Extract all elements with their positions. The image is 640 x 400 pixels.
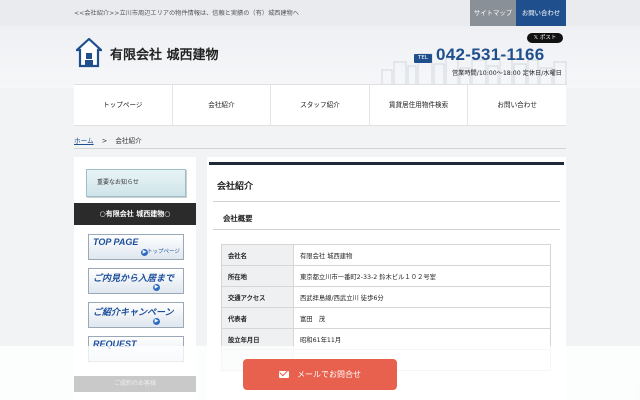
breadcrumb-separator: >: [101, 137, 108, 145]
nav-item-top[interactable]: トップページ: [74, 85, 173, 125]
envelope-icon: [279, 370, 289, 378]
table-row: 会社名 有限会社 城西建物: [221, 244, 551, 266]
banner-referral-campaign[interactable]: ご紹介キャンペーン ▶: [88, 302, 184, 328]
nav-item-staff[interactable]: スタッフ紹介: [271, 85, 370, 125]
section-title: 会社概要: [223, 214, 253, 223]
row-value: 東京都立川市一番町2-33-2 鈴木ビル１０２号室: [293, 265, 551, 287]
banner-top-page-title: TOP PAGE: [93, 237, 139, 247]
breadcrumb: ホーム > 会社紹介: [74, 135, 142, 145]
banner-top-page-subtitle: トップページ: [147, 249, 180, 255]
nav-item-company[interactable]: 会社紹介: [173, 85, 272, 125]
table-row: 代表者 富田 茂: [221, 307, 551, 329]
breadcrumb-divider: [74, 148, 566, 149]
important-notice-button[interactable]: 重要なお知らせ: [86, 169, 186, 197]
x-post-button[interactable]: 𝕏 ポスト: [527, 33, 563, 43]
row-value: 西武拝島線/西武立川 徒歩6分: [293, 286, 551, 308]
banner-referral-title: ご紹介キャンペーン: [93, 307, 174, 317]
contact-link[interactable]: お問い合わせ: [516, 0, 566, 26]
banner-viewing-to-move-in[interactable]: ご内見から入居まで ▶: [88, 268, 184, 294]
page-title: 会社紹介: [217, 182, 254, 192]
row-label: 代表者: [221, 307, 294, 329]
row-label: 交通アクセス: [221, 286, 294, 308]
nav-item-rental-search[interactable]: 賃貸居住用物件検索: [370, 85, 469, 125]
row-label: 会社名: [221, 244, 294, 266]
row-value: 有限会社 城西建物: [293, 244, 551, 266]
banner-top-page[interactable]: TOP PAGE ▶ トップページ: [88, 234, 184, 260]
sitemap-link[interactable]: サイトマップ: [470, 0, 516, 26]
mail-contact-button[interactable]: メールでお問合せ: [243, 359, 397, 390]
nav-item-contact[interactable]: お問い合わせ: [468, 85, 566, 125]
top-strip: <<会社紹介>>立川市周辺エリアの物件情報は、信頼と実績の（有）城西建物へ サイ…: [0, 0, 640, 26]
row-label: 所在地: [221, 265, 294, 287]
table-row: 所在地 東京都立川市一番町2-33-2 鈴木ビル１０２号室: [221, 265, 551, 287]
site-header: 有限会社 城西建物 𝕏 ポスト TEL 042-531-1166 営業時間/10…: [0, 26, 640, 88]
phone-number[interactable]: 042-531-1166: [436, 45, 545, 65]
site-tagline: <<会社紹介>>立川市周辺エリアの物件情報は、信頼と実績の（有）城西建物へ: [74, 10, 299, 17]
arrow-right-icon: ▶: [153, 284, 160, 291]
tel-badge: TEL: [414, 54, 432, 63]
house-icon: [76, 38, 102, 68]
global-nav: トップページ 会社紹介 スタッフ紹介 賃貸居住用物件検索 お問い合わせ: [74, 84, 566, 126]
row-value: 富田 茂: [293, 307, 551, 329]
main-top-border: [209, 162, 564, 165]
mail-contact-label: メールでお問合せ: [297, 370, 361, 379]
arrow-right-icon: ▶: [153, 318, 160, 325]
breadcrumb-home-link[interactable]: ホーム: [74, 137, 94, 145]
table-row: 交通アクセス 西武拝島線/西武立川 徒歩6分: [221, 286, 551, 308]
sidebar-company-heading: ○有限会社 城西建物○: [74, 203, 196, 225]
business-hours: 営業時間/10:00～18:00 定休日/水曜日: [452, 70, 562, 77]
breadcrumb-current: 会社紹介: [115, 137, 142, 145]
banner-viewing-title: ご内見から入居まで: [93, 273, 175, 283]
section-divider: [213, 229, 560, 230]
sidebar-faded-banner[interactable]: ご成約のお客様: [74, 376, 196, 392]
company-logo[interactable]: 有限会社 城西建物: [110, 44, 219, 63]
title-divider: [213, 201, 560, 202]
